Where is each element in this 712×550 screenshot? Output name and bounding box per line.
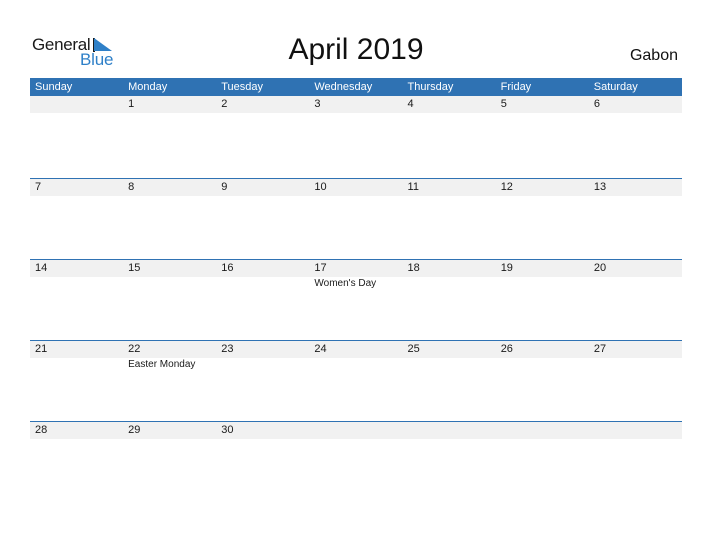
day-cell: 22 Easter Monday — [123, 341, 216, 422]
day-number: 6 — [593, 98, 600, 110]
day-cell — [496, 422, 589, 503]
day-cell — [30, 96, 123, 177]
day-number: 23 — [221, 343, 234, 355]
day-number: 21 — [35, 343, 48, 355]
day-cell: 9 — [216, 179, 309, 260]
day-cell: 7 — [30, 179, 123, 260]
day-cell: 25 — [403, 341, 496, 422]
day-number: 8 — [128, 181, 135, 193]
weekday-monday: Monday — [128, 81, 168, 93]
day-cell: 23 — [216, 341, 309, 422]
holiday-label: Easter Monday — [128, 359, 196, 370]
day-cell: 20 — [589, 260, 682, 341]
day-number: 27 — [593, 343, 607, 355]
day-number — [408, 422, 496, 439]
day-cell: 17 Women's Day — [309, 260, 402, 341]
day-cell: 19 — [496, 260, 589, 341]
day-number — [594, 422, 682, 439]
day-cell: 5 — [496, 96, 589, 177]
day-cell: 21 — [30, 341, 123, 422]
day-cell: 30 — [216, 422, 309, 503]
day-number: 2 — [221, 98, 228, 110]
day-number: 25 — [407, 343, 420, 355]
country-label: Gabon — [629, 47, 678, 64]
day-number: 18 — [407, 262, 420, 274]
day-number: 4 — [407, 98, 414, 110]
day-cell: 18 — [403, 260, 496, 341]
day-cell: 10 — [309, 179, 402, 260]
day-number: 28 — [35, 424, 48, 436]
weekday-header: Sunday Monday Tuesday Wednesday Thursday… — [30, 78, 682, 96]
day-number: 24 — [314, 343, 327, 355]
day-number: 22 — [128, 343, 141, 355]
week-row: 21 22 Easter Monday 23 24 25 26 27 — [30, 340, 682, 422]
day-cell: 1 — [123, 96, 216, 177]
day-cell: 15 — [123, 260, 216, 341]
day-number: 12 — [500, 181, 513, 193]
day-cell: 16 — [216, 260, 309, 341]
day-number: 7 — [35, 181, 42, 193]
day-cell: 29 — [123, 422, 216, 503]
day-cell — [589, 422, 682, 503]
day-number: 16 — [221, 262, 234, 274]
day-number: 5 — [500, 98, 507, 110]
day-cell: 2 — [216, 96, 309, 177]
weekday-wednesday: Wednesday — [314, 81, 373, 93]
day-cell: 13 — [589, 179, 682, 260]
day-number — [501, 422, 589, 439]
weekday-thursday: Thursday — [407, 81, 454, 93]
day-number: 14 — [35, 262, 48, 274]
calendar-title: April 2019 — [288, 33, 424, 66]
day-cell: 3 — [309, 96, 402, 177]
day-cell: 24 — [309, 341, 402, 422]
week-row: 14 15 16 17 Women's Day 18 19 20 — [30, 259, 682, 341]
day-cell: 27 — [589, 341, 682, 422]
day-number: 11 — [407, 181, 419, 193]
day-number: 15 — [128, 262, 141, 274]
day-number: 1 — [128, 98, 135, 110]
day-number: 29 — [128, 424, 141, 436]
day-number — [35, 96, 123, 113]
holiday-label: Women's Day — [314, 278, 377, 289]
day-number: 9 — [221, 181, 228, 193]
day-number — [314, 422, 402, 439]
day-cell: 28 — [30, 422, 123, 503]
day-number: 17 — [314, 262, 327, 274]
day-number: 3 — [314, 98, 321, 110]
weekday-saturday: Saturday — [593, 81, 638, 93]
day-cell — [309, 422, 402, 503]
weekday-friday: Friday — [500, 81, 532, 93]
day-number: 19 — [500, 262, 513, 274]
week-row: 7 8 9 10 11 12 13 — [30, 178, 682, 260]
day-cell: 26 — [496, 341, 589, 422]
day-number: 20 — [593, 262, 607, 274]
day-cell: 12 — [496, 179, 589, 260]
day-number: 30 — [221, 424, 234, 436]
day-number: 13 — [593, 181, 607, 193]
day-number: 10 — [314, 181, 327, 193]
day-cell: 11 — [403, 179, 496, 260]
weekday-sunday: Sunday — [35, 81, 73, 93]
week-row: 28 29 30 — [30, 421, 682, 503]
weekday-tuesday: Tuesday — [221, 81, 264, 93]
day-cell: 6 — [589, 96, 682, 177]
day-cell — [403, 422, 496, 503]
day-cell: 4 — [403, 96, 496, 177]
day-cell: 8 — [123, 179, 216, 260]
day-number: 26 — [500, 343, 513, 355]
week-row: 1 2 3 4 5 6 — [30, 96, 682, 177]
day-cell: 14 — [30, 260, 123, 341]
